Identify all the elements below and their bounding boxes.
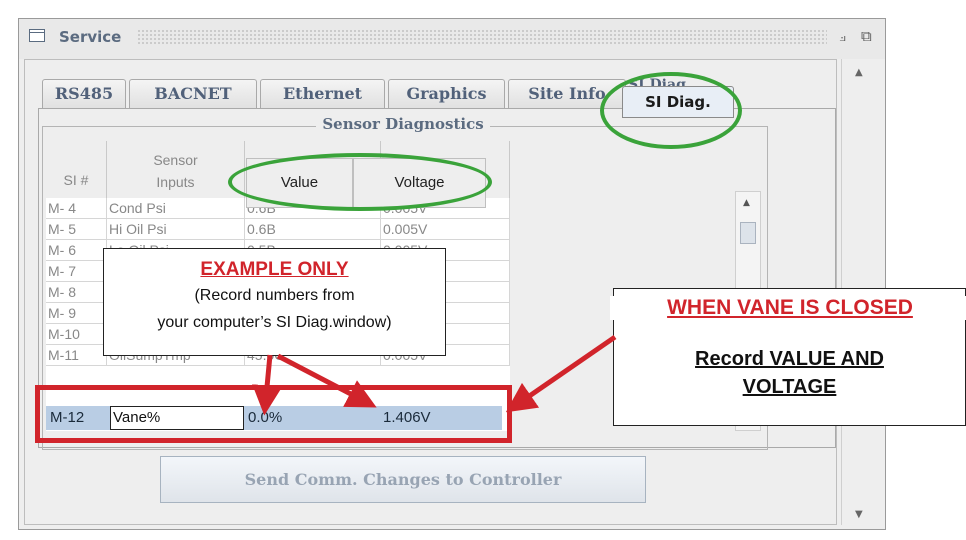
annotation-arrows bbox=[252, 334, 617, 416]
arrow-to-value bbox=[252, 354, 283, 416]
arrow-to-voltage bbox=[276, 353, 377, 408]
arrow-to-vane-row bbox=[505, 334, 617, 413]
